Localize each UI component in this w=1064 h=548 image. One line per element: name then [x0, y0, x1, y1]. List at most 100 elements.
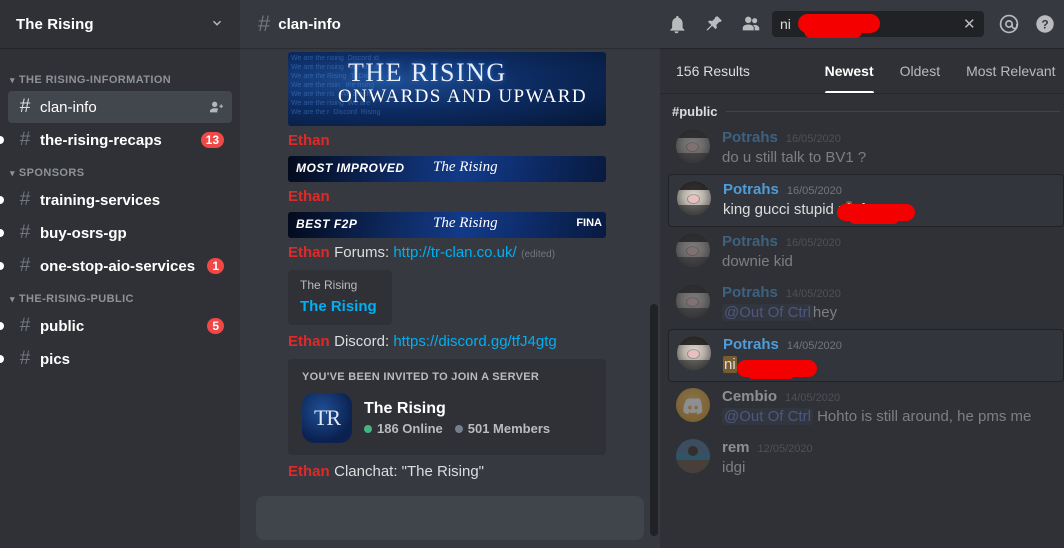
add-member-icon[interactable]	[208, 99, 224, 115]
chat-channel-title: clan-info	[278, 15, 341, 33]
channel-name: public	[40, 317, 85, 335]
search-toolbar: ✕ ?	[660, 0, 1064, 48]
search-result-context[interactable]: Potrahs 16/05/2020 do u still talk to BV1 …	[668, 123, 1064, 174]
message-username[interactable]: Ethan	[288, 333, 330, 350]
channel-category-sponsors[interactable]: ▾ Sponsors	[0, 157, 240, 183]
sidebar-item-the-rising-recaps[interactable]: # the-rising-recaps 13	[0, 124, 232, 156]
result-timestamp: 16/05/2020	[785, 237, 841, 249]
result-username[interactable]: Potrahs	[722, 129, 778, 146]
unread-badge: 1	[207, 258, 224, 274]
message-link[interactable]: http://tr-clan.co.uk/	[393, 244, 516, 261]
result-username[interactable]: Potrahs	[722, 284, 778, 301]
help-icon[interactable]: ?	[1034, 13, 1056, 35]
unread-badge: 13	[200, 132, 224, 148]
result-message-text: downie kid	[722, 253, 793, 270]
message-text-row: Ethan Discord: https://discord.gg/tfJ4gt…	[240, 331, 660, 353]
banner-mid-text: The Rising	[433, 159, 498, 175]
result-timestamp: 16/05/2020	[786, 185, 842, 197]
sidebar-item-public[interactable]: # public 5	[0, 310, 232, 342]
search-result-hit[interactable]: Potrahs 16/05/2020 king gucci stupid ni+fu	[668, 174, 1064, 227]
chat-header: # clan-info	[240, 0, 660, 48]
hash-icon: #	[19, 189, 31, 210]
result-timestamp: 12/05/2020	[757, 443, 813, 455]
sidebar-item-one-stop-aio-services[interactable]: # one-stop-aio-services 1	[0, 250, 232, 282]
result-message-text: @Out Of Ctrl Hohto is still around, he p…	[722, 408, 1032, 425]
sort-tab-oldest[interactable]: Oldest	[900, 48, 940, 93]
avatar[interactable]	[676, 284, 710, 318]
avatar[interactable]	[676, 233, 710, 267]
sort-tab-most-relevant[interactable]: Most Relevant	[966, 48, 1055, 93]
online-dot-icon	[364, 424, 372, 433]
message-list: We are the rising Discord id We are the …	[240, 48, 660, 496]
clan-banner-image: We are the rising Discord id We are the …	[288, 52, 606, 126]
close-icon[interactable]: ✕	[961, 15, 978, 33]
chat-scrollbar[interactable]	[650, 56, 658, 536]
message-body: Discord:	[334, 333, 394, 350]
avatar[interactable]	[676, 439, 710, 473]
sort-tab-newest[interactable]: Newest	[824, 48, 874, 93]
avatar[interactable]	[676, 388, 710, 422]
mentions-icon[interactable]	[998, 13, 1020, 35]
search-input[interactable]	[780, 16, 961, 32]
result-channel-label: #public	[668, 94, 1064, 123]
bell-icon[interactable]	[666, 14, 687, 35]
message-banner-thin: BEST F2P The Rising FINA	[240, 208, 660, 242]
sidebar-item-pics[interactable]: # pics	[0, 343, 232, 375]
chevron-down-icon[interactable]	[210, 16, 224, 32]
search-result-context[interactable]: Cembio 14/05/2020 @Out Of Ctrl Hohto is st…	[668, 382, 1064, 433]
result-username[interactable]: Potrahs	[723, 181, 779, 198]
channel-category-the-rising-public[interactable]: ▾ The-Rising-Public	[0, 283, 240, 309]
sidebar-item-clan-info[interactable]: # clan-info	[8, 91, 232, 123]
message-banner-image: We are the rising Discord id We are the …	[240, 48, 660, 130]
search-results-list: #public Potrahs 16/05/2020 do u still talk…	[660, 94, 1064, 548]
message-username[interactable]: Ethan	[288, 132, 330, 149]
search-result-context[interactable]: Potrahs 16/05/2020 downie kid	[668, 227, 1064, 278]
result-message-text: king gucci stupid ni+fu	[723, 200, 1055, 224]
award-banner-image: BEST F2P The Rising FINA	[288, 212, 606, 238]
message-link[interactable]: https://discord.gg/tfJ4gtg	[393, 333, 556, 350]
message-username[interactable]: Ethan	[288, 244, 330, 261]
server-invite-card[interactable]: You've been invited to join a server TR Th…	[288, 359, 606, 455]
message-input[interactable]	[256, 496, 644, 540]
hash-icon: #	[19, 129, 31, 150]
avatar[interactable]	[676, 129, 710, 163]
result-username[interactable]: Potrahs	[723, 336, 779, 353]
channel-list[interactable]: ▾ The Rising-Information # clan-info # the-ri…	[0, 48, 240, 548]
channel-name: buy-osrs-gp	[40, 224, 127, 242]
search-result-hit[interactable]: Potrahs 14/05/2020 ni	[668, 329, 1064, 382]
server-name: The Rising	[16, 15, 94, 33]
hash-icon: #	[19, 96, 31, 117]
mention-tag[interactable]: @Out Of Ctrl	[722, 304, 813, 321]
search-input-wrapper[interactable]: ✕	[772, 11, 984, 38]
mention-tag[interactable]: @Out Of Ctrl	[722, 408, 813, 425]
server-header[interactable]: The Rising	[0, 0, 240, 48]
edited-tag: (edited)	[521, 249, 556, 260]
result-username[interactable]: Potrahs	[722, 233, 778, 250]
embed-title[interactable]: The Rising	[300, 298, 380, 315]
message-text-row: Ethan Forums: http://tr-clan.co.uk/ (edi…	[240, 242, 660, 264]
banner-right-text: FINA	[576, 217, 602, 229]
search-result-context[interactable]: Potrahs 14/05/2020 @Out Of Ctrl hey	[668, 278, 1064, 329]
channel-name: training-services	[40, 191, 161, 209]
chat-scrollbar-thumb[interactable]	[650, 304, 658, 536]
chevron-down-icon: ▾	[10, 167, 15, 178]
sidebar-item-training-services[interactable]: # training-services	[0, 184, 232, 216]
result-message-text: ni	[723, 355, 1055, 379]
search-result-context[interactable]: rem 12/05/2020 idgi	[668, 433, 1064, 484]
result-username[interactable]: Cembio	[722, 388, 777, 405]
results-count: 156 Results	[676, 62, 750, 79]
avatar[interactable]	[677, 181, 711, 215]
members-icon[interactable]	[740, 13, 762, 35]
sidebar-item-buy-osrs-gp[interactable]: # buy-osrs-gp	[0, 217, 232, 249]
invite-header: You've been invited to join a server	[302, 371, 540, 383]
message-username[interactable]: Ethan	[288, 463, 330, 480]
avatar[interactable]	[677, 336, 711, 370]
embed-provider: The Rising	[300, 278, 358, 292]
channel-category-the rising-information[interactable]: ▾ The Rising-Information	[0, 64, 240, 90]
result-username[interactable]: rem	[722, 439, 750, 456]
link-embed-card[interactable]: The Rising The Rising	[288, 270, 392, 325]
pin-icon[interactable]	[703, 14, 724, 35]
svg-text:?: ?	[1041, 18, 1048, 32]
chevron-down-icon: ▾	[10, 74, 15, 85]
message-username[interactable]: Ethan	[288, 188, 330, 205]
